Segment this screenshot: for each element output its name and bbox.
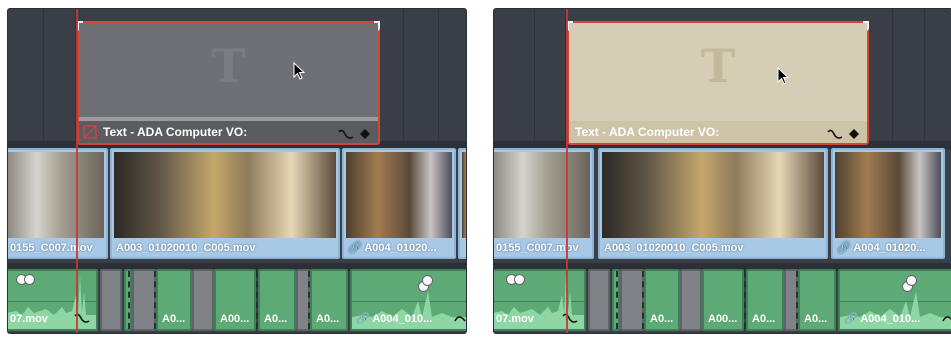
playhead[interactable] — [566, 9, 568, 333]
audio-clip[interactable]: A00... — [702, 269, 744, 331]
video-clip-label: 🔗 A004_01020... — [348, 241, 437, 254]
title-clip[interactable]: T Text - ADA Computer VO: — [77, 21, 380, 145]
cut-marker — [256, 271, 258, 329]
cut-marker — [616, 271, 618, 329]
video-thumbnail — [602, 152, 824, 238]
video-clip[interactable] — [458, 148, 466, 259]
audio-clip[interactable]: A0... — [644, 269, 680, 331]
audio-clip[interactable]: A0... — [746, 269, 784, 331]
video-clip-label: A003_01020010_C005.mov — [604, 242, 744, 254]
video-clip-label: A003_01020010_C005.mov — [116, 242, 256, 254]
video-thumbnail — [835, 152, 941, 238]
audio-gap — [680, 269, 702, 331]
video-thumbnail — [494, 152, 590, 238]
video-clip[interactable]: 0155_C007.mov — [494, 148, 594, 259]
audio-clip-label: A0... — [162, 313, 186, 325]
link-icon: 🔗 — [837, 242, 854, 254]
cut-marker — [308, 271, 310, 329]
audio-keyframe[interactable] — [422, 275, 433, 286]
audio-clip-label: A0... — [752, 313, 776, 325]
cut-marker — [154, 271, 156, 329]
audio-clip-label: 🔗 A004_010... — [356, 312, 432, 325]
curve-icon[interactable] — [338, 129, 354, 139]
link-icon: 🔗 — [348, 242, 365, 254]
video-clip[interactable]: 🔗 A004_01020... — [342, 148, 456, 259]
audio-clip-label: A0... — [264, 313, 288, 325]
curve-icon[interactable] — [942, 313, 951, 323]
audio-clip-label: 07.mov — [10, 313, 48, 325]
audio-clip-label-text: A004_010... — [860, 313, 921, 325]
audio-clip-label: A00... — [708, 313, 738, 325]
cut-marker — [796, 271, 798, 329]
audio-keyframe[interactable] — [514, 274, 525, 285]
disabled-title-icon — [83, 125, 97, 139]
cut-marker — [744, 271, 746, 329]
link-icon: 🔗 — [356, 313, 373, 325]
title-clip-thumbnail: T — [569, 23, 867, 121]
audio-clip-label-text: A004_010... — [372, 313, 433, 325]
video-clip[interactable]: 🔗 A004_01020... — [831, 148, 945, 259]
audio-gap — [620, 269, 644, 331]
curve-icon[interactable] — [827, 129, 843, 139]
video-thumbnail — [346, 152, 452, 238]
video-clip-label: 0155_C007.mov — [10, 242, 93, 254]
audio-clip[interactable]: A0... — [156, 269, 192, 331]
audio-gap — [132, 269, 156, 331]
audio-gap — [192, 269, 214, 331]
audio-clip[interactable]: 07.mov — [8, 269, 98, 331]
timeline-panel-right: T Text - ADA Computer VO: 0155_C007.mov … — [493, 8, 951, 334]
audio-clip-label: 07.mov — [496, 313, 534, 325]
video-thumbnail — [462, 152, 466, 238]
audio-clip[interactable]: A0... — [310, 269, 348, 331]
audio-clip-label: A0... — [650, 313, 674, 325]
video-clip-label-text: A004_01020... — [853, 242, 926, 254]
title-clip-footer: Text - ADA Computer VO: — [569, 121, 867, 143]
audio-gap — [100, 269, 122, 331]
audio-keyframe[interactable] — [906, 275, 917, 286]
audio-clip-label: 🔗 A004_010... — [844, 312, 920, 325]
audio-clip[interactable]: A00... — [214, 269, 256, 331]
title-t-icon: T — [700, 39, 736, 93]
mouse-cursor-icon — [777, 67, 790, 85]
video-clip-label: 🔗 A004_01020... — [837, 241, 926, 254]
title-clip-thumbnail: T — [79, 23, 378, 121]
link-icon: 🔗 — [844, 313, 861, 325]
audio-keyframe[interactable] — [24, 274, 35, 285]
video-clip[interactable]: A003_01020010_C005.mov — [110, 148, 340, 259]
mouse-cursor-icon — [293, 62, 306, 80]
title-clip-footer: Text - ADA Computer VO: — [79, 117, 378, 143]
audio-clip[interactable]: 🔗 A004_010... — [838, 269, 951, 331]
video-clip-label-text: A004_01020... — [364, 242, 437, 254]
video-clip[interactable]: 0155_C007.mov — [8, 148, 108, 259]
keyframe-icon[interactable] — [849, 129, 859, 139]
title-clip-label: Text - ADA Computer VO: — [103, 125, 248, 139]
title-clip[interactable]: T Text - ADA Computer VO: — [567, 21, 869, 145]
audio-clip[interactable]: 07.mov — [494, 269, 586, 331]
audio-clip[interactable]: A0... — [798, 269, 836, 331]
audio-clip-label: A0... — [804, 313, 828, 325]
video-clip[interactable]: A003_01020010_C005.mov — [598, 148, 828, 259]
title-t-icon: T — [211, 39, 246, 93]
keyframe-icon[interactable] — [360, 129, 370, 139]
cut-marker — [128, 271, 130, 329]
timeline-panel-left: T Text - ADA Computer VO: 0155_C007.mov … — [7, 8, 467, 334]
curve-icon[interactable] — [562, 313, 578, 323]
playhead[interactable] — [76, 9, 78, 333]
title-clip-label: Text - ADA Computer VO: — [575, 125, 720, 139]
audio-gap — [588, 269, 610, 331]
video-thumbnail — [114, 152, 336, 238]
cut-marker — [642, 271, 644, 329]
curve-icon[interactable] — [454, 313, 466, 323]
audio-clip[interactable]: A0... — [258, 269, 296, 331]
audio-clip[interactable]: 🔗 A004_010... — [350, 269, 466, 331]
audio-clip-label: A0... — [316, 313, 340, 325]
audio-clip-label: A00... — [220, 313, 250, 325]
video-thumbnail — [8, 152, 104, 238]
